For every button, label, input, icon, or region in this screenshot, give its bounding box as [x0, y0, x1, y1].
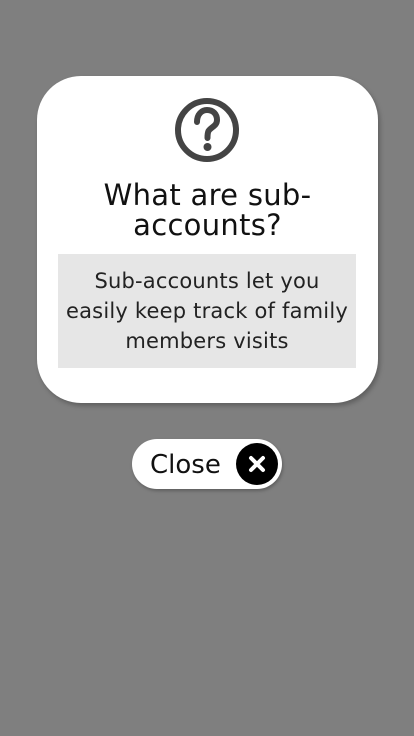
info-dialog: What are sub-accounts? Sub-accounts let …: [37, 76, 378, 403]
dialog-message-box: Sub-accounts let you easily keep track o…: [58, 254, 356, 368]
close-button[interactable]: Close: [132, 439, 282, 489]
close-icon: [236, 443, 278, 485]
close-button-label: Close: [150, 450, 221, 480]
question-circle-icon: [175, 98, 239, 162]
modal-overlay[interactable]: What are sub-accounts? Sub-accounts let …: [0, 0, 414, 736]
dialog-title: What are sub-accounts?: [103, 178, 312, 242]
dialog-message: Sub-accounts let you easily keep track o…: [65, 269, 348, 353]
